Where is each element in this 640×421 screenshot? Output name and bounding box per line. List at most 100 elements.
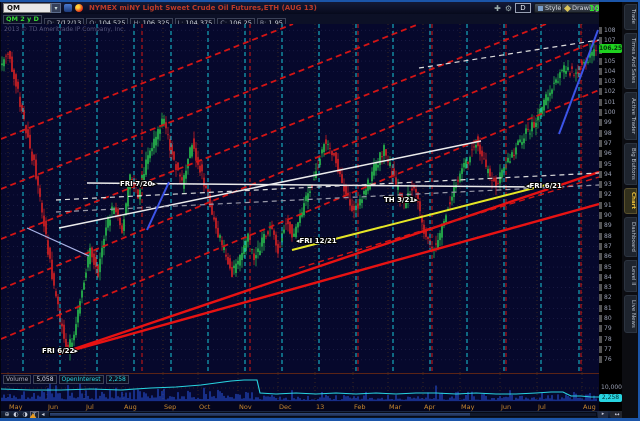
time-scrollbar[interactable] [49, 412, 597, 417]
volume-bar [413, 397, 415, 401]
pan-tool-icon[interactable]: ◑ [21, 411, 29, 418]
chart-annotation[interactable]: TH 3/21▸ [383, 195, 419, 205]
candle-body [397, 186, 399, 190]
volume-bar [487, 399, 489, 401]
price-axis-label: 101 [599, 98, 622, 106]
gadget-tab-chart[interactable]: Chart [624, 188, 637, 214]
price-axis-label: 95 [599, 160, 622, 168]
candle-body [195, 148, 197, 161]
collapse-left-icon[interactable]: ◂ [39, 411, 47, 418]
candle-body [37, 176, 39, 186]
gadget-tab-dashboard[interactable]: Dashboard [624, 217, 637, 257]
volume-bar [495, 399, 497, 401]
volume-bar [69, 395, 71, 401]
chart-surface[interactable]: FRI 7/20▸ FRI 6/22▸ ◂FRI 12/21 TH 3/21▸ ◂FRI… [0, 23, 600, 373]
volume-bar [545, 398, 547, 401]
time-axis[interactable]: May Jun Jul Aug Sep Oct Nov Dec 13 Feb Mar Apr May Ju… [1, 402, 599, 411]
gadget-tab-active-trader[interactable]: Active Trader [624, 92, 637, 140]
price-axis-label: 77 [599, 345, 622, 353]
aggregation-dropdown[interactable]: D [515, 3, 531, 13]
volume-bar [533, 397, 535, 401]
candle-body [53, 273, 55, 286]
candle-body [557, 81, 559, 83]
gadget-tab-times-and-sales[interactable]: Times And Sales [624, 33, 637, 89]
scroll-right-icon[interactable]: ▸ [598, 411, 608, 418]
candle-body [185, 170, 187, 179]
candle-body [167, 134, 169, 136]
candle-body [591, 51, 593, 56]
volume-bar [141, 397, 143, 401]
price-axis-label: 89 [599, 222, 622, 230]
volume-bar [577, 397, 579, 401]
chart-annotation[interactable]: FRI 7/20▸ [119, 179, 157, 189]
volume-bar [235, 393, 237, 401]
candle-body [571, 66, 573, 70]
settings-wrench-icon[interactable]: ⚙ [504, 4, 513, 13]
candle-body [511, 152, 513, 158]
candle-body [187, 159, 189, 169]
volume-bar [287, 399, 289, 401]
volume-bar [59, 393, 61, 401]
volume-bar [359, 399, 361, 401]
trend-line[interactable] [26, 227, 90, 257]
volume-bar [273, 396, 275, 401]
volume-bar [259, 399, 261, 401]
trend-line[interactable] [0, 89, 600, 340]
gadget-tab-live-news[interactable]: Live News [624, 295, 637, 333]
volume-bar [185, 399, 187, 401]
gadget-tab-big-buttons[interactable]: Big Buttons [624, 143, 637, 185]
volume-bar [501, 398, 503, 401]
crosshair-tool-icon[interactable]: ⊕ [3, 411, 11, 418]
candle-body [365, 189, 367, 196]
pan-mode-icon[interactable]: ✚ [493, 4, 502, 13]
candle-body [33, 154, 35, 160]
volume-bar [441, 392, 443, 401]
candle-body [189, 147, 191, 159]
trend-line[interactable] [0, 39, 600, 290]
candle-body [475, 144, 477, 148]
cursor-style-icon[interactable]: ◐ [12, 411, 20, 418]
window-border-top [0, 0, 640, 2]
volume-bar [581, 398, 583, 401]
candle-body [303, 203, 305, 216]
candle-body [439, 233, 441, 241]
candle-body [377, 164, 379, 168]
price-axis-label: 102 [599, 88, 622, 96]
volume-bar [147, 396, 149, 401]
volume-bar [193, 397, 195, 401]
chart-annotation[interactable]: FRI 6/22▸ [41, 346, 79, 356]
volume-bar [301, 399, 303, 401]
volume-bar [101, 391, 103, 401]
candle-body [147, 155, 149, 164]
candle-body [445, 215, 447, 223]
gadget-tab-trade[interactable]: Trade [624, 4, 637, 30]
chart-annotation[interactable]: ◂FRI 6/21 [525, 181, 563, 191]
volume-bar [181, 396, 183, 401]
price-axis[interactable]: 1081071061051041031021011009998979695949… [599, 0, 622, 421]
candle-body [523, 138, 525, 144]
candle-body [361, 199, 363, 203]
volume-bar [479, 399, 481, 401]
price-axis-label: 84 [599, 273, 622, 281]
candle-body [293, 233, 295, 237]
volume-bar [345, 396, 347, 401]
volume-bar [363, 395, 365, 401]
candle-body [323, 144, 325, 153]
candle-body [263, 233, 265, 244]
scrollbar-thumb[interactable] [50, 413, 470, 416]
volume-bar [187, 390, 189, 401]
price-axis-label: 76 [599, 356, 622, 364]
candle-body [155, 136, 157, 146]
candle-body [119, 217, 121, 226]
volume-bar [375, 399, 377, 401]
volume-bar [295, 399, 297, 401]
candle-body [265, 235, 267, 237]
candle-body [179, 174, 181, 177]
chart-annotation[interactable]: ◂FRI 12/21 [295, 236, 338, 246]
volume-bar [125, 392, 127, 401]
candle-body [343, 185, 345, 192]
gadget-tab-level-ii[interactable]: Level II [624, 260, 637, 292]
volume-bar [117, 396, 119, 401]
volume-bar [111, 397, 113, 401]
trend-line[interactable] [58, 202, 600, 356]
